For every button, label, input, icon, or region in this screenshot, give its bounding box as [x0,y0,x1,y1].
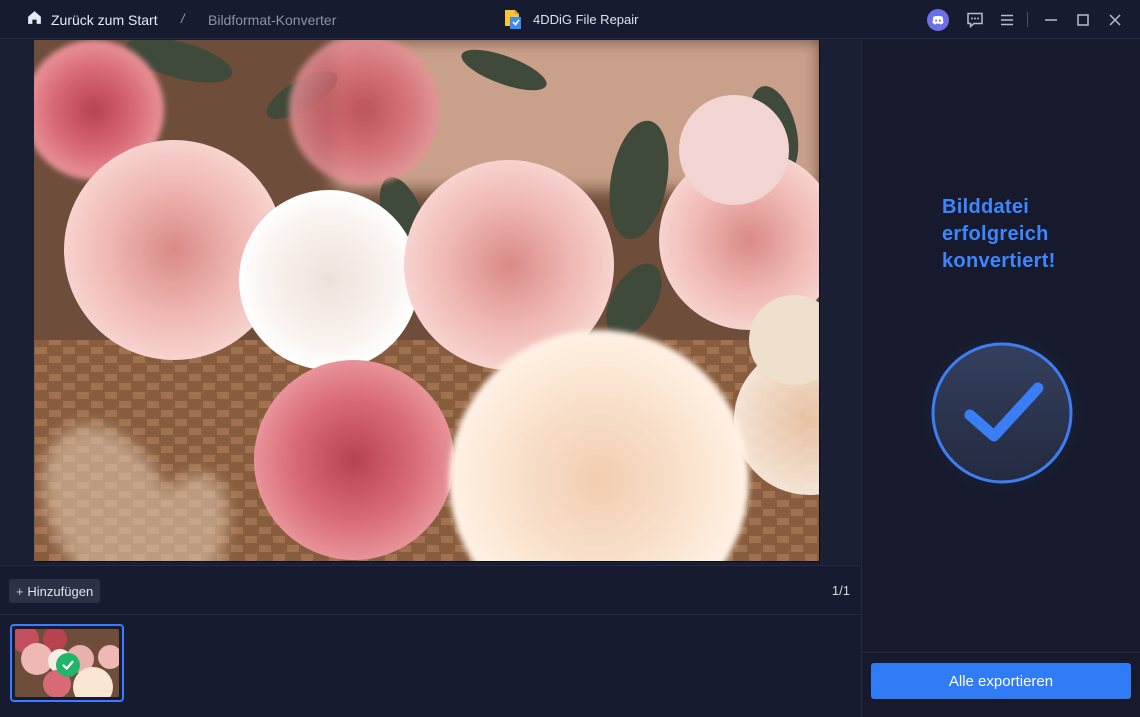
maximize-icon[interactable] [1072,9,1094,31]
page-count: 1/1 [831,583,850,598]
add-button-label: Hinzufügen [27,583,94,599]
app-logo-icon [503,8,523,30]
converted-check-icon [56,653,80,677]
discord-icon[interactable] [927,9,949,31]
home-icon [26,9,43,31]
titlebar-divider [1027,12,1028,27]
breadcrumb-current: Bildformat-Konverter [208,12,337,28]
breadcrumb-separator: / [181,11,185,26]
success-message: Bilddatei erfolgreich konvertiert! [942,196,1056,272]
app-name: 4DDiG File Repair [533,11,639,27]
feedback-icon[interactable] [964,9,986,31]
back-to-start-label: Zurück zum Start [51,12,158,28]
preview-area [0,40,860,564]
result-panel: Bilddatei erfolgreich konvertiert! Alle … [861,40,1140,717]
minimize-icon[interactable] [1040,9,1062,31]
panel-divider [862,652,1140,653]
app-title: 4DDiG File Repair [503,7,638,31]
title-bar: Zurück zum Start / Bildformat-Konverter … [0,0,1140,39]
export-all-button[interactable]: Alle exportieren [871,663,1131,699]
plus-icon: + [15,583,24,599]
thumbnail-image [15,629,119,697]
close-icon[interactable] [1104,9,1126,31]
back-to-start-button[interactable]: Zurück zum Start [26,10,158,30]
file-toolbar: + Hinzufügen 1/1 [0,565,860,615]
success-check-icon [912,323,1092,503]
menu-icon[interactable] [996,9,1018,31]
add-button[interactable]: + Hinzufügen [9,579,100,603]
image-thumbnail[interactable] [10,624,124,702]
converted-image-preview [34,40,820,562]
thumbnail-strip [0,616,860,717]
